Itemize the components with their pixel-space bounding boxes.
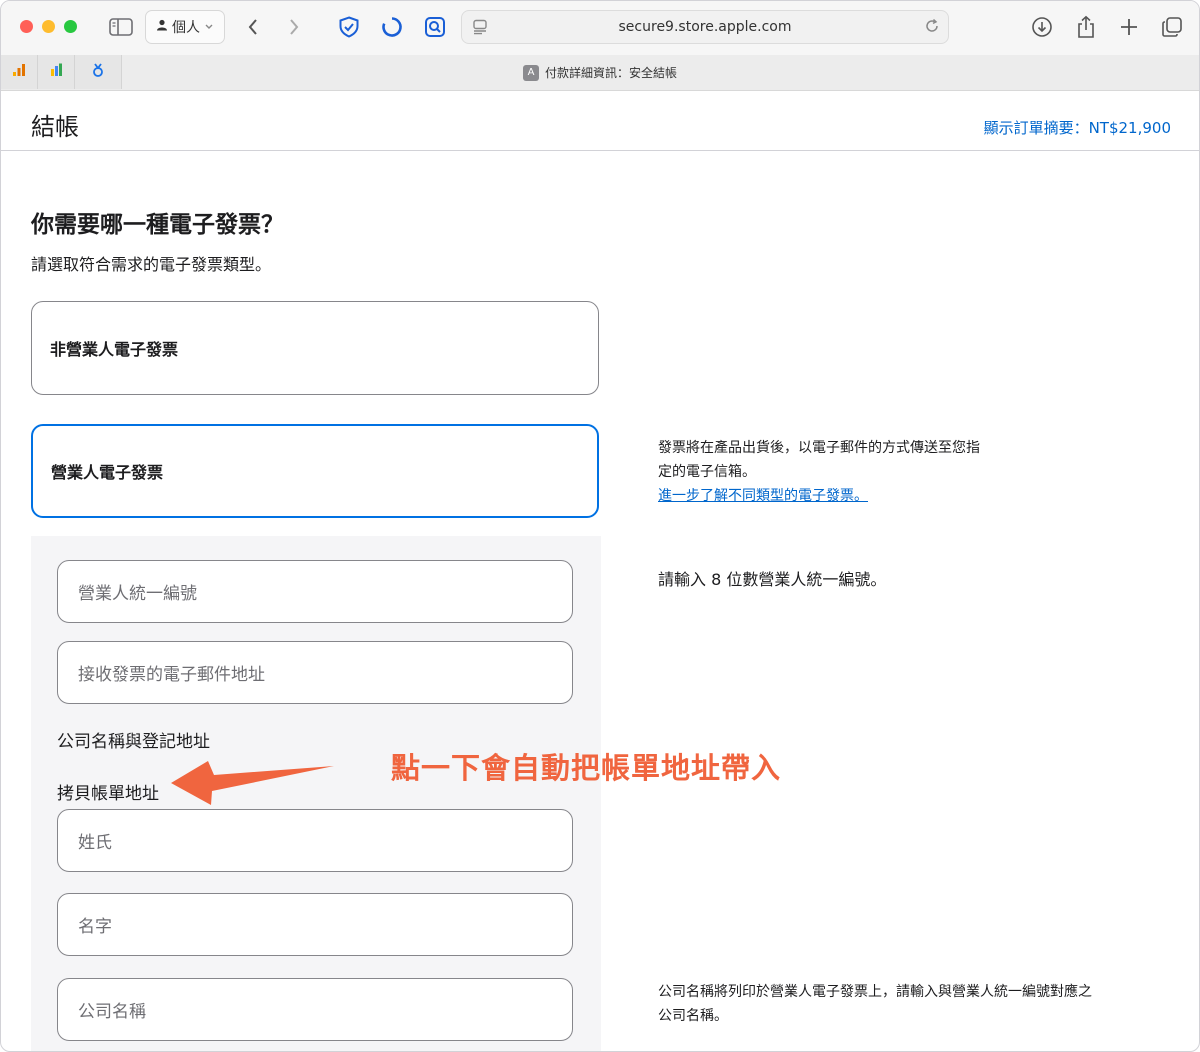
order-summary-link[interactable]: 顯示訂單摘要：NT$21,900: [984, 117, 1171, 138]
invoice-heading: 你需要哪一種電子發票？: [31, 212, 284, 238]
downloads-icon[interactable]: [1028, 13, 1056, 41]
url-text: secure9.store.apple.com: [618, 19, 792, 35]
search-extension-icon[interactable]: [421, 13, 449, 41]
company-hint: 公司名稱將列印於營業人電子發票上，請輸入與營業人統一編號對應之 公司名稱。: [658, 980, 1092, 1028]
invoice-subheading: 請選取符合需求的電子發票類型。: [31, 255, 272, 274]
last-name-placeholder: 姓氏: [78, 833, 112, 853]
shield-extension-icon[interactable]: [335, 13, 363, 41]
invoice-option-personal[interactable]: 非營業人電子發票: [31, 301, 599, 395]
loading-extension-icon[interactable]: [378, 13, 406, 41]
back-icon[interactable]: [239, 13, 267, 41]
address-bar[interactable]: secure9.store.apple.com: [461, 10, 949, 44]
profile-label: 個人: [172, 20, 200, 36]
copy-billing-address-link[interactable]: 拷貝帳單地址: [57, 779, 159, 804]
option-label: 非營業人電子發票: [50, 340, 179, 359]
company-section-label: 公司名稱與登記地址: [57, 732, 210, 752]
company-placeholder: 公司名稱: [78, 1002, 146, 1022]
browser-toolbar: 個人 secure9.store.apple.com: [1, 1, 1199, 55]
tab-title: 付款詳細資訊：安全結帳: [544, 66, 677, 80]
invoice-info-line: 定的電子信箱。: [658, 464, 756, 480]
person-icon: [156, 19, 168, 35]
tax-id-input[interactable]: 營業人統一編號: [57, 560, 573, 623]
annotation-arrow-icon: [171, 761, 334, 805]
browser-window: 個人 secure9.store.apple.com A 付款詳細資訊：安全結帳…: [0, 0, 1200, 1052]
email-placeholder: 接收發票的電子郵件地址: [78, 665, 265, 685]
page-title: 結帳: [31, 113, 79, 141]
invoice-types-link[interactable]: 進一步了解不同類型的電子發票。: [658, 488, 868, 504]
zoom-window-button[interactable]: [64, 20, 77, 33]
new-tab-icon[interactable]: [1115, 13, 1143, 41]
tab-overview-icon[interactable]: [1158, 13, 1186, 41]
invoice-info-line: 發票將在產品出貨後，以電子郵件的方式傳送至您指: [658, 440, 980, 456]
tax-id-hint: 請輸入 8 位數營業人統一編號。: [658, 570, 887, 589]
company-hint-line: 公司名稱。: [658, 1008, 728, 1024]
invoice-info: 發票將在產品出貨後，以電子郵件的方式傳送至您指 定的電子信箱。 進一步了解不同類…: [658, 436, 980, 508]
invoice-option-business[interactable]: 營業人電子發票: [31, 424, 599, 518]
active-tab[interactable]: A 付款詳細資訊：安全結帳: [1, 64, 1199, 81]
company-name-input[interactable]: 公司名稱: [57, 978, 573, 1041]
invoice-email-input[interactable]: 接收發票的電子郵件地址: [57, 641, 573, 704]
forward-icon[interactable]: [280, 13, 308, 41]
page-menu-icon[interactable]: [472, 19, 488, 39]
company-hint-line: 公司名稱將列印於營業人電子發票上，請輸入與營業人統一編號對應之: [658, 984, 1092, 1000]
profile-button[interactable]: 個人: [145, 10, 225, 44]
sidebar-icon[interactable]: [107, 13, 135, 41]
first-name-placeholder: 名字: [78, 917, 112, 937]
page-header: 結帳 顯示訂單摘要：NT$21,900: [1, 91, 1199, 151]
close-window-button[interactable]: [20, 20, 33, 33]
reload-icon[interactable]: [924, 18, 940, 38]
last-name-input[interactable]: 姓氏: [57, 809, 573, 872]
option-label: 營業人電子發票: [51, 463, 164, 482]
tax-id-placeholder: 營業人統一編號: [78, 584, 197, 604]
minimize-window-button[interactable]: [42, 20, 55, 33]
first-name-input[interactable]: 名字: [57, 893, 573, 956]
tab-strip: A 付款詳細資訊：安全結帳: [1, 55, 1199, 91]
annotation-text: 點一下會自動把帳單地址帶入: [391, 751, 782, 785]
chevron-down-icon: [204, 19, 214, 35]
apple-favicon: A: [522, 64, 539, 81]
share-icon[interactable]: [1072, 13, 1100, 41]
